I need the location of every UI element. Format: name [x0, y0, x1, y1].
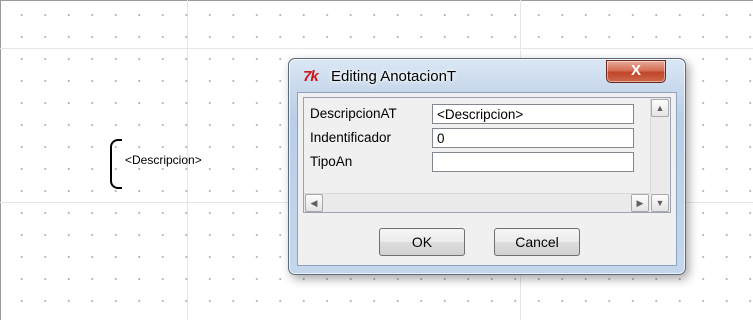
annotation-shape[interactable]: <Descripcion>	[110, 139, 270, 189]
scroll-left-button[interactable]: ◀	[305, 194, 323, 212]
arrow-left-icon: ◀	[310, 198, 318, 208]
grid-line	[0, 48, 753, 49]
vertical-scrollbar[interactable]: ▲	[650, 98, 669, 194]
scroll-right-button[interactable]: ▶	[631, 194, 649, 212]
field-label-tipoan: TipoAn	[310, 154, 353, 169]
descripcionat-field[interactable]: <Descripcion>	[432, 104, 634, 124]
scroll-up-button[interactable]: ▲	[651, 99, 669, 117]
dialog-titlebar[interactable]: 7k Editing AnotacionT X	[289, 59, 685, 93]
field-label-descripcionat: DescripcionAT	[310, 106, 397, 121]
arrow-down-icon: ▼	[655, 198, 665, 208]
ok-button[interactable]: OK	[379, 228, 465, 256]
scroll-down-button[interactable]: ▼	[651, 194, 669, 212]
arrow-right-icon: ▶	[636, 198, 644, 208]
dialog-title: Editing AnotacionT	[331, 68, 457, 85]
cancel-button[interactable]: Cancel	[494, 228, 580, 256]
annotation-bracket	[110, 139, 122, 189]
arrow-up-icon: ▲	[655, 103, 665, 113]
edit-dialog: 7k Editing AnotacionT X DescripcionAT <D…	[288, 58, 686, 275]
horizontal-scrollbar[interactable]: ◀ ▶	[304, 193, 650, 212]
indentificador-field[interactable]: 0	[432, 128, 634, 148]
canvas-border-top	[0, 0, 753, 1]
app-logo-icon: 7k	[303, 68, 319, 85]
field-label-indentificador: Indentificador	[310, 130, 392, 145]
tipoan-field[interactable]	[432, 152, 634, 172]
close-icon: X	[630, 62, 641, 79]
close-button[interactable]: X	[606, 60, 666, 83]
annotation-text: <Descripcion>	[125, 153, 202, 167]
dialog-client-area: DescripcionAT <Descripcion> Indentificad…	[297, 92, 677, 266]
property-grid: DescripcionAT <Descripcion> Indentificad…	[303, 97, 671, 213]
